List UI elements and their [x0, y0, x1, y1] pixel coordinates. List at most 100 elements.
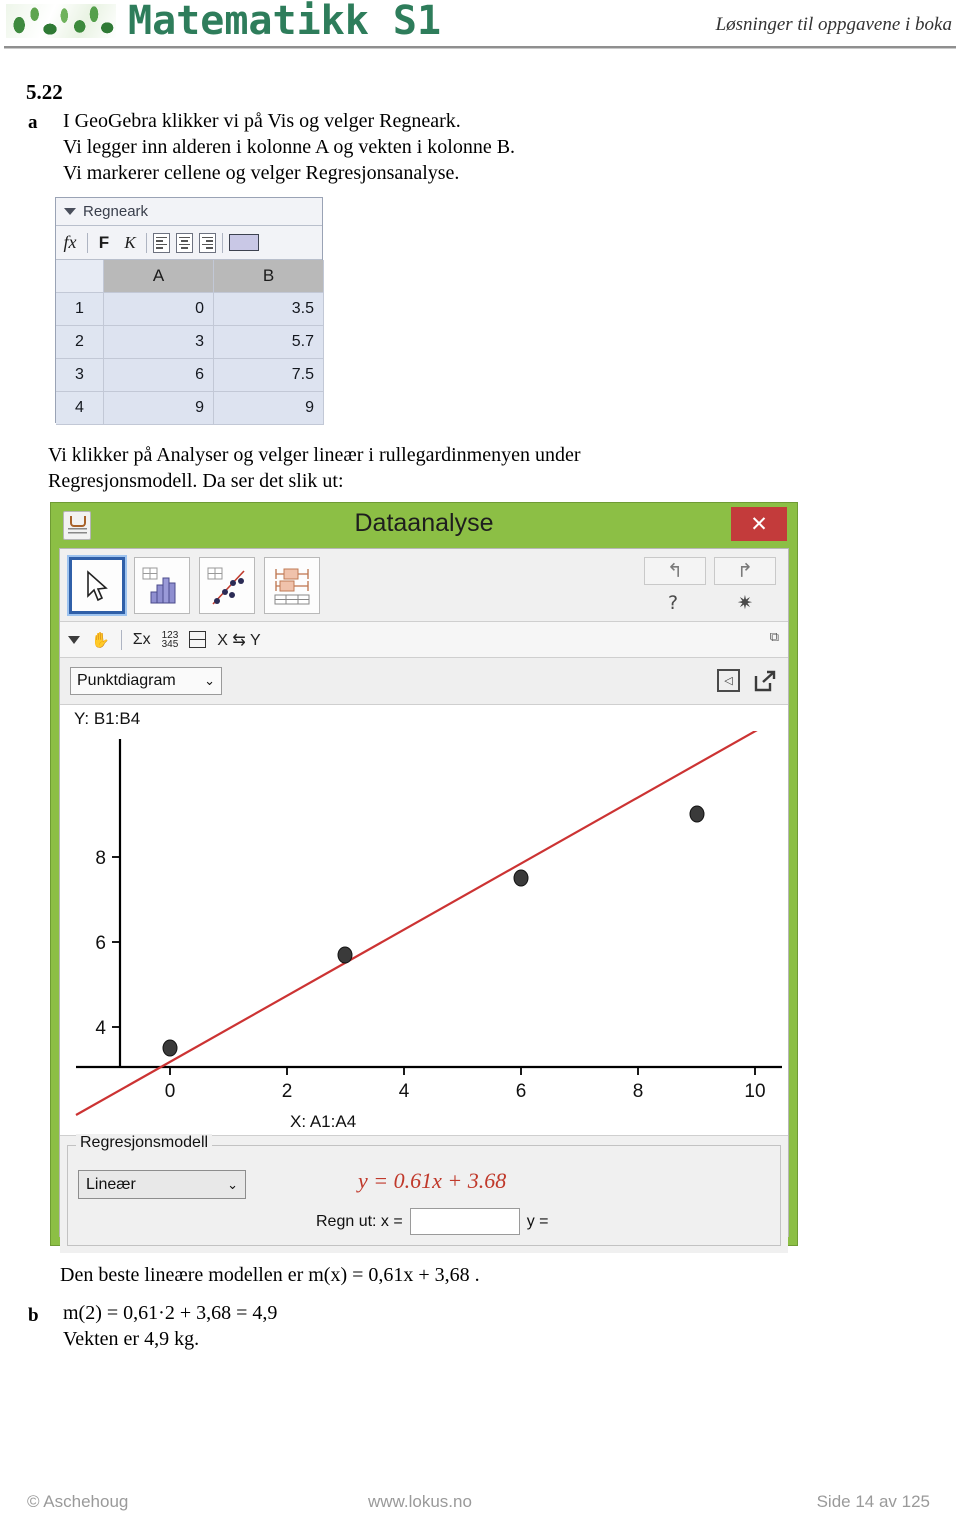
redo-button[interactable]: ↱	[714, 557, 776, 585]
regression-model-value: Lineær	[86, 1175, 136, 1193]
footer-page-number: Side 14 av 125	[816, 1492, 930, 1511]
regression-line	[75, 731, 758, 1116]
sigma-statistics-button[interactable]: Σx	[133, 631, 151, 649]
paragraph-a-line-1: I GeoGebra klikker vi på Vis og velger R…	[63, 110, 461, 132]
italic-button[interactable]: K	[120, 233, 140, 253]
close-icon[interactable]: ✕	[731, 507, 787, 541]
svg-text:8: 8	[95, 848, 106, 869]
cell-b1[interactable]: 3.5	[214, 293, 324, 326]
cell-a3[interactable]: 6	[104, 359, 214, 392]
triangle-down-icon[interactable]	[68, 635, 80, 644]
plot-type-value: Punktdiagram	[77, 672, 176, 689]
spreadsheet-grid[interactable]: A B 1 0 3.5 2 3 5.7 3 6 7.5 4 9 9	[56, 260, 324, 425]
scatter-regression-icon	[207, 567, 245, 605]
row-header[interactable]: 3	[56, 359, 104, 392]
data-point-2	[337, 946, 353, 964]
popout-icon	[754, 670, 775, 691]
svg-text:6: 6	[516, 1081, 527, 1102]
task-number: 5.22	[26, 80, 63, 104]
spreadsheet-title: Regneark	[83, 203, 149, 220]
dataanalyse-dialog[interactable]: Dataanalyse ✕ ↰ ↱ ? ✷ ✋ Σx 123 345 X ⇆ Y…	[50, 502, 798, 1253]
swap-xy-button[interactable]: X ⇆ Y	[217, 630, 260, 650]
row-header[interactable]: 4	[56, 392, 104, 425]
paragraph-mid-line-1: Vi klikker på Analyser og velger lineær …	[48, 444, 581, 466]
conclusion-text: Den beste lineære modellen er m(x) = 0,6…	[60, 1262, 760, 1288]
cell-a1[interactable]: 0	[104, 293, 214, 326]
svg-text:6: 6	[95, 933, 106, 954]
cell-a2[interactable]: 3	[104, 326, 214, 359]
geogebra-spreadsheet[interactable]: Regneark fx F K A B 1 0 3.5 2 3 5.7 3 6 …	[55, 197, 324, 425]
cell-b4[interactable]: 9	[214, 392, 324, 425]
paragraph-mid: Vi klikker på Analyser og velger lineær …	[48, 442, 748, 494]
brand-title: Matematikk S1	[128, 0, 442, 44]
boxplot-icon	[274, 568, 310, 604]
histogram-tool-button[interactable]	[134, 557, 190, 614]
column-header-a[interactable]: A	[104, 260, 214, 293]
bold-button[interactable]: F	[94, 233, 114, 253]
y-axis-tick-labels: 4 6 8	[95, 848, 106, 1039]
grid-corner	[56, 260, 104, 293]
item-letter-a: a	[28, 112, 38, 133]
spreadsheet-toolbar[interactable]: fx F K	[56, 226, 322, 260]
cell-a4[interactable]: 9	[104, 392, 214, 425]
paragraph-a-line-2: Vi legger inn alderen i kolonne A og vek…	[63, 136, 516, 158]
pointer-tool-button[interactable]	[67, 555, 127, 616]
secondary-toolbar[interactable]: ✋ Σx 123 345 X ⇆ Y ⧉	[60, 622, 788, 658]
row-header[interactable]: 2	[56, 326, 104, 359]
dialog-body: ↰ ↱ ? ✷ ✋ Σx 123 345 X ⇆ Y ⧉ Punktdiagra…	[59, 548, 789, 1253]
calculate-row[interactable]: Regn ut: x = y =	[316, 1208, 549, 1235]
result-label: y =	[526, 1212, 549, 1230]
x-axis-ticks	[169, 1067, 756, 1075]
row-header[interactable]: 1	[56, 293, 104, 326]
calculate-x-input[interactable]	[409, 1208, 520, 1235]
toolbar-separator	[120, 629, 122, 650]
svg-text:10: 10	[744, 1081, 765, 1102]
scatter-plot-panel[interactable]: Y: B1:B4 4 6 8 0 2 4 6 8 10 X: A1:A4	[60, 705, 788, 1135]
two-rows-icon[interactable]	[189, 631, 207, 648]
data-table-icon[interactable]: 123 345	[161, 630, 179, 650]
analysis-tools-toolbar[interactable]: ↰ ↱ ? ✷	[60, 549, 788, 622]
undo-button[interactable]: ↰	[644, 557, 706, 585]
column-header-b[interactable]: B	[214, 260, 324, 293]
pointer-icon	[87, 569, 108, 601]
align-right-icon[interactable]	[199, 232, 216, 253]
popout-panel-button[interactable]	[753, 669, 776, 692]
help-icon[interactable]: ?	[658, 590, 688, 616]
regression-fieldset: Regresjonsmodell Lineær ⌄ y = 0.61x + 3.…	[67, 1134, 781, 1246]
numbers-bottom: 345	[161, 638, 179, 650]
expand-icon[interactable]: ⧉	[770, 630, 779, 645]
collapse-panel-button[interactable]: ◁	[717, 669, 740, 692]
brand-subtitle: Løsninger til oppgavene i boka	[715, 14, 952, 35]
cell-b3[interactable]: 7.5	[214, 359, 324, 392]
regression-model-dropdown[interactable]: Lineær ⌄	[78, 1170, 246, 1199]
dialog-titlebar[interactable]: Dataanalyse ✕	[51, 503, 797, 548]
cell-b2[interactable]: 5.7	[214, 326, 324, 359]
data-points	[162, 805, 705, 1057]
svg-text:8: 8	[633, 1081, 644, 1102]
hand-icon[interactable]: ✋	[91, 631, 110, 649]
scatter-plot-svg[interactable]: 4 6 8 0 2 4 6 8 10	[60, 731, 790, 1129]
plot-type-row[interactable]: Punktdiagram ⌄ ◁	[60, 658, 788, 705]
data-point-4	[689, 805, 705, 823]
spreadsheet-titlebar[interactable]: Regneark	[56, 198, 322, 226]
dialog-title: Dataanalyse	[354, 509, 494, 537]
calculate-label: Regn ut: x =	[316, 1212, 403, 1230]
color-swatch-icon[interactable]	[229, 234, 259, 251]
boxplot-tool-button[interactable]	[264, 557, 320, 614]
svg-text:4: 4	[95, 1018, 106, 1039]
align-left-icon[interactable]	[153, 232, 170, 253]
x-axis-tick-labels: 0 2 4 6 8 10	[165, 1081, 766, 1102]
svg-text:2: 2	[282, 1081, 293, 1102]
paragraph-a: I GeoGebra klikker vi på Vis og velger R…	[63, 108, 663, 186]
fx-button[interactable]: fx	[61, 232, 81, 253]
footer-site[interactable]: www.lokus.no	[368, 1492, 472, 1512]
gear-icon[interactable]: ✷	[730, 590, 760, 616]
triangle-down-icon[interactable]	[64, 208, 76, 215]
data-point-3	[513, 869, 529, 887]
page-footer: © Aschehoug www.lokus.no Side 14 av 125	[0, 1492, 960, 1516]
plot-type-dropdown[interactable]: Punktdiagram ⌄	[70, 667, 222, 695]
align-center-icon[interactable]	[176, 232, 193, 253]
y-axis-ticks	[112, 856, 120, 1028]
scatter-regression-tool-button[interactable]	[199, 557, 255, 614]
regression-model-panel[interactable]: Regresjonsmodell Lineær ⌄ y = 0.61x + 3.…	[60, 1134, 788, 1253]
